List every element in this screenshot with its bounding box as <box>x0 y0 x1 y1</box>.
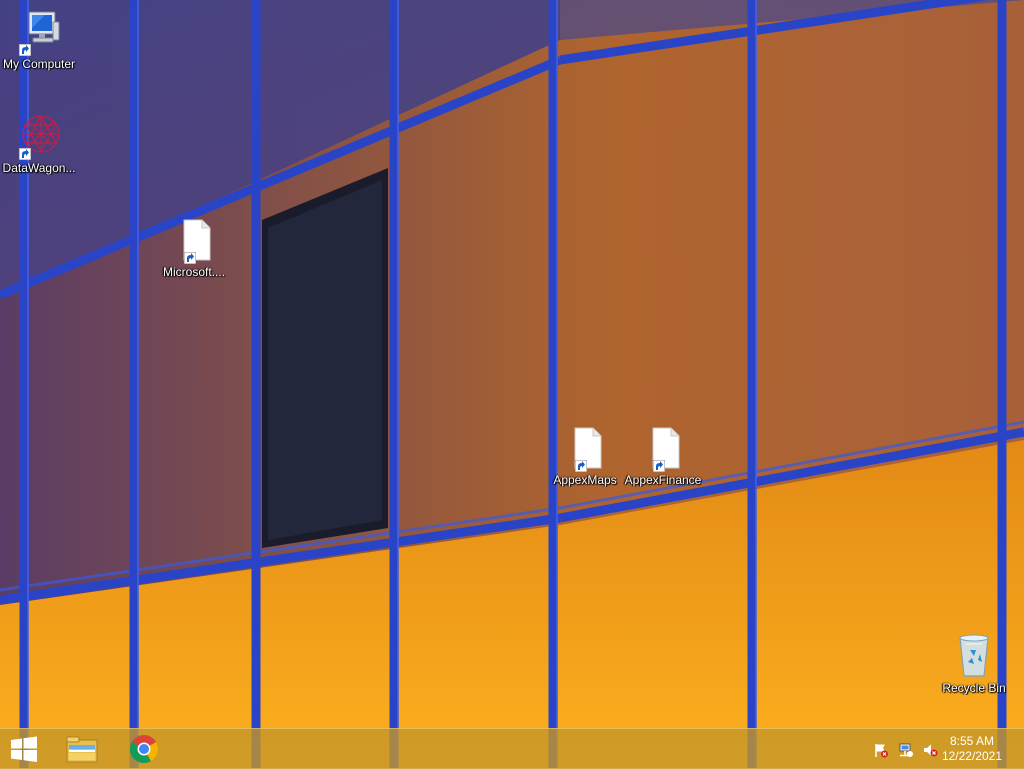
wallpaper <box>0 0 1024 768</box>
document-icon <box>170 216 218 264</box>
shortcut-arrow-icon <box>19 148 31 160</box>
desktop-icon-label: AppexMaps <box>553 473 617 487</box>
taskbar: 8:55 AM 12/22/2021 <box>0 728 1024 769</box>
shortcut-arrow-icon <box>184 252 196 264</box>
desktop-icon-label: Microsoft.... <box>162 265 225 279</box>
document-icon <box>639 424 687 472</box>
action-center-flag-icon[interactable] <box>873 742 889 758</box>
network-icon[interactable] <box>898 742 914 758</box>
shortcut-arrow-icon <box>575 460 587 472</box>
taskbar-chrome-button[interactable] <box>120 729 168 769</box>
shortcut-arrow-icon <box>19 44 31 56</box>
document-icon <box>561 424 609 472</box>
start-button[interactable] <box>0 729 48 769</box>
clock-date: 12/22/2021 <box>941 749 1002 763</box>
desktop-icon-label: DataWagon... <box>2 161 76 175</box>
computer-icon <box>15 8 63 56</box>
datawagon-shortcut[interactable]: DataWagon... <box>0 112 79 175</box>
chrome-icon <box>130 735 158 763</box>
taskbar-clock[interactable]: 8:55 AM 12/22/2021 <box>942 734 1002 764</box>
file-explorer-icon <box>66 736 98 763</box>
recycle-bin-icon <box>950 632 998 680</box>
taskbar-file-explorer-button[interactable] <box>58 729 106 769</box>
appexmaps-shortcut[interactable]: AppexMaps <box>545 424 625 487</box>
my-computer-shortcut[interactable]: My Computer <box>0 8 79 71</box>
appexfinance-shortcut[interactable]: AppexFinance <box>623 424 703 487</box>
desktop-icon-label: My Computer <box>2 57 76 71</box>
clock-time: 8:55 AM <box>949 734 994 748</box>
desktop-icon-label: Recycle Bin <box>942 681 1006 695</box>
desktop[interactable]: My Computer DataWagon... Microsoft.... A… <box>0 0 1024 768</box>
datawagon-icon <box>15 112 63 160</box>
windows-logo-icon <box>11 736 37 762</box>
desktop-icon-label: AppexFinance <box>624 473 702 487</box>
microsoft-shortcut[interactable]: Microsoft.... <box>154 216 234 279</box>
shortcut-arrow-icon <box>653 460 665 472</box>
recycle-bin-shortcut[interactable]: Recycle Bin <box>934 632 1014 695</box>
volume-muted-icon[interactable] <box>922 742 938 758</box>
